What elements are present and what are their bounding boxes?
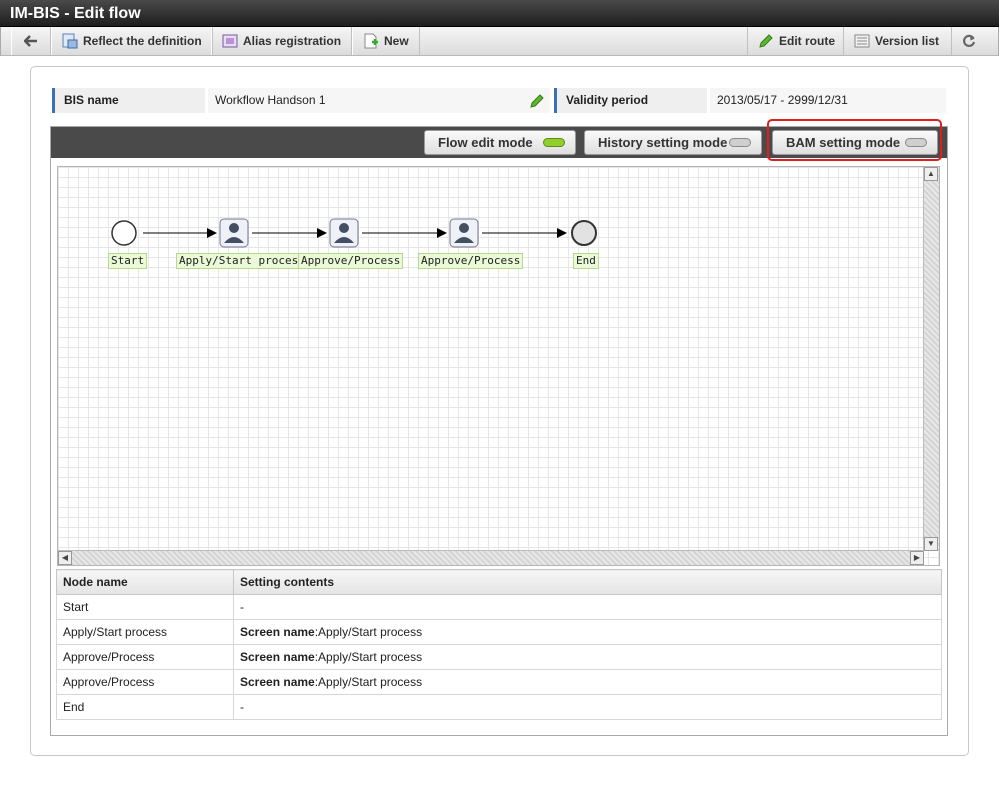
setting-key: Screen name	[240, 625, 315, 639]
setting-contents-cell: -	[233, 694, 942, 720]
refresh-button[interactable]	[951, 27, 985, 55]
node-name-cell: End	[56, 694, 234, 720]
flow-edit-mode-label: Flow edit mode	[438, 135, 533, 150]
new-label: New	[384, 34, 409, 48]
bis-name-label: BIS name	[52, 88, 205, 113]
scroll-down-icon[interactable]: ▼	[924, 537, 938, 551]
node-label-apply-start[interactable]: Apply/Start process	[176, 253, 308, 269]
new-button[interactable]: New	[352, 27, 420, 55]
end-node-icon[interactable]	[571, 220, 597, 246]
title-bar: IM-BIS - Edit flow	[0, 0, 999, 27]
pencil-icon	[758, 33, 774, 49]
alias-registration-icon	[222, 33, 238, 49]
scroll-up-icon[interactable]: ▲	[924, 167, 938, 181]
setting-contents-cell: Screen name:Apply/Start process	[233, 669, 942, 695]
setting-key: Screen name	[240, 650, 315, 664]
validity-period-value: 2013/05/17 - 2999/12/31	[710, 88, 946, 113]
setting-value: :Apply/Start process	[314, 650, 423, 664]
toolbar: Reflect the definition Alias registratio…	[0, 27, 999, 56]
scroll-left-icon[interactable]: ◀	[58, 551, 72, 565]
setting-value: -	[240, 700, 244, 714]
node-label-end[interactable]: End	[573, 253, 599, 269]
node-name-cell: Apply/Start process	[56, 619, 234, 645]
scroll-right-icon[interactable]: ▶	[910, 551, 924, 565]
user-task-icon[interactable]	[449, 218, 479, 248]
alias-registration-button[interactable]: Alias registration	[211, 27, 353, 55]
setting-key: Screen name	[240, 675, 315, 689]
back-button[interactable]	[11, 27, 51, 55]
column-header-node-name: Node name	[56, 569, 234, 595]
bis-info-row: BIS name Workflow Handson 1 Validity per…	[52, 88, 946, 113]
back-arrow-icon	[24, 35, 37, 47]
alias-registration-label: Alias registration	[243, 34, 342, 48]
validity-period-label: Validity period	[554, 88, 707, 113]
node-label-approve-2[interactable]: Approve/Process	[418, 253, 524, 269]
node-name-cell: Approve/Process	[56, 644, 234, 670]
setting-value: :Apply/Start process	[314, 625, 423, 639]
table-row[interactable]: Start -	[56, 594, 942, 620]
setting-value: -	[240, 600, 244, 614]
reflect-definition-label: Reflect the definition	[83, 34, 202, 48]
edit-route-label: Edit route	[779, 34, 835, 48]
active-indicator-icon	[543, 138, 565, 147]
history-setting-mode-label: History setting mode	[598, 135, 728, 150]
node-settings-table: Node name Setting contents Start - Apply…	[56, 569, 942, 720]
vertical-scrollbar[interactable]: ▲ ▼	[923, 167, 939, 551]
node-label-approve-1[interactable]: Approve/Process	[298, 253, 404, 269]
version-list-label: Version list	[875, 34, 940, 48]
flow-edit-mode-button[interactable]: Flow edit mode	[424, 130, 576, 155]
user-task-icon[interactable]	[219, 218, 249, 248]
start-node-icon[interactable]	[111, 220, 137, 246]
user-task-icon[interactable]	[329, 218, 359, 248]
node-name-cell: Approve/Process	[56, 669, 234, 695]
list-icon	[854, 33, 870, 49]
edit-bis-name-icon[interactable]	[529, 93, 545, 109]
table-row[interactable]: Approve/Process Screen name:Apply/Start …	[56, 644, 942, 670]
flow-canvas[interactable]: Start Apply/Start process Approve/Proces…	[57, 166, 940, 566]
table-header-row: Node name Setting contents	[56, 569, 942, 595]
edit-route-button[interactable]: Edit route	[747, 27, 845, 55]
setting-contents-cell: Screen name:Apply/Start process	[233, 644, 942, 670]
node-label-start[interactable]: Start	[108, 253, 148, 269]
inactive-indicator-icon	[729, 138, 751, 147]
reflect-definition-icon	[62, 33, 78, 49]
setting-contents-cell: -	[233, 594, 942, 620]
table-row[interactable]: Apply/Start process Screen name:Apply/St…	[56, 619, 942, 645]
table-row[interactable]: Approve/Process Screen name:Apply/Start …	[56, 669, 942, 695]
setting-contents-cell: Screen name:Apply/Start process	[233, 619, 942, 645]
refresh-icon	[962, 34, 975, 47]
setting-value: :Apply/Start process	[314, 675, 423, 689]
new-document-icon	[363, 33, 379, 49]
node-name-cell: Start	[56, 594, 234, 620]
reflect-definition-button[interactable]: Reflect the definition	[51, 27, 213, 55]
column-header-setting-contents: Setting contents	[233, 569, 942, 595]
window-title: IM-BIS - Edit flow	[10, 5, 141, 22]
flow-diagram	[111, 218, 597, 248]
version-list-button[interactable]: Version list	[843, 27, 949, 55]
bis-name-value: Workflow Handson 1	[208, 88, 550, 113]
history-setting-mode-button[interactable]: History setting mode	[584, 130, 762, 155]
table-row[interactable]: End -	[56, 694, 942, 720]
highlight-box	[767, 119, 942, 161]
horizontal-scrollbar[interactable]: ◀ ▶	[58, 550, 924, 565]
